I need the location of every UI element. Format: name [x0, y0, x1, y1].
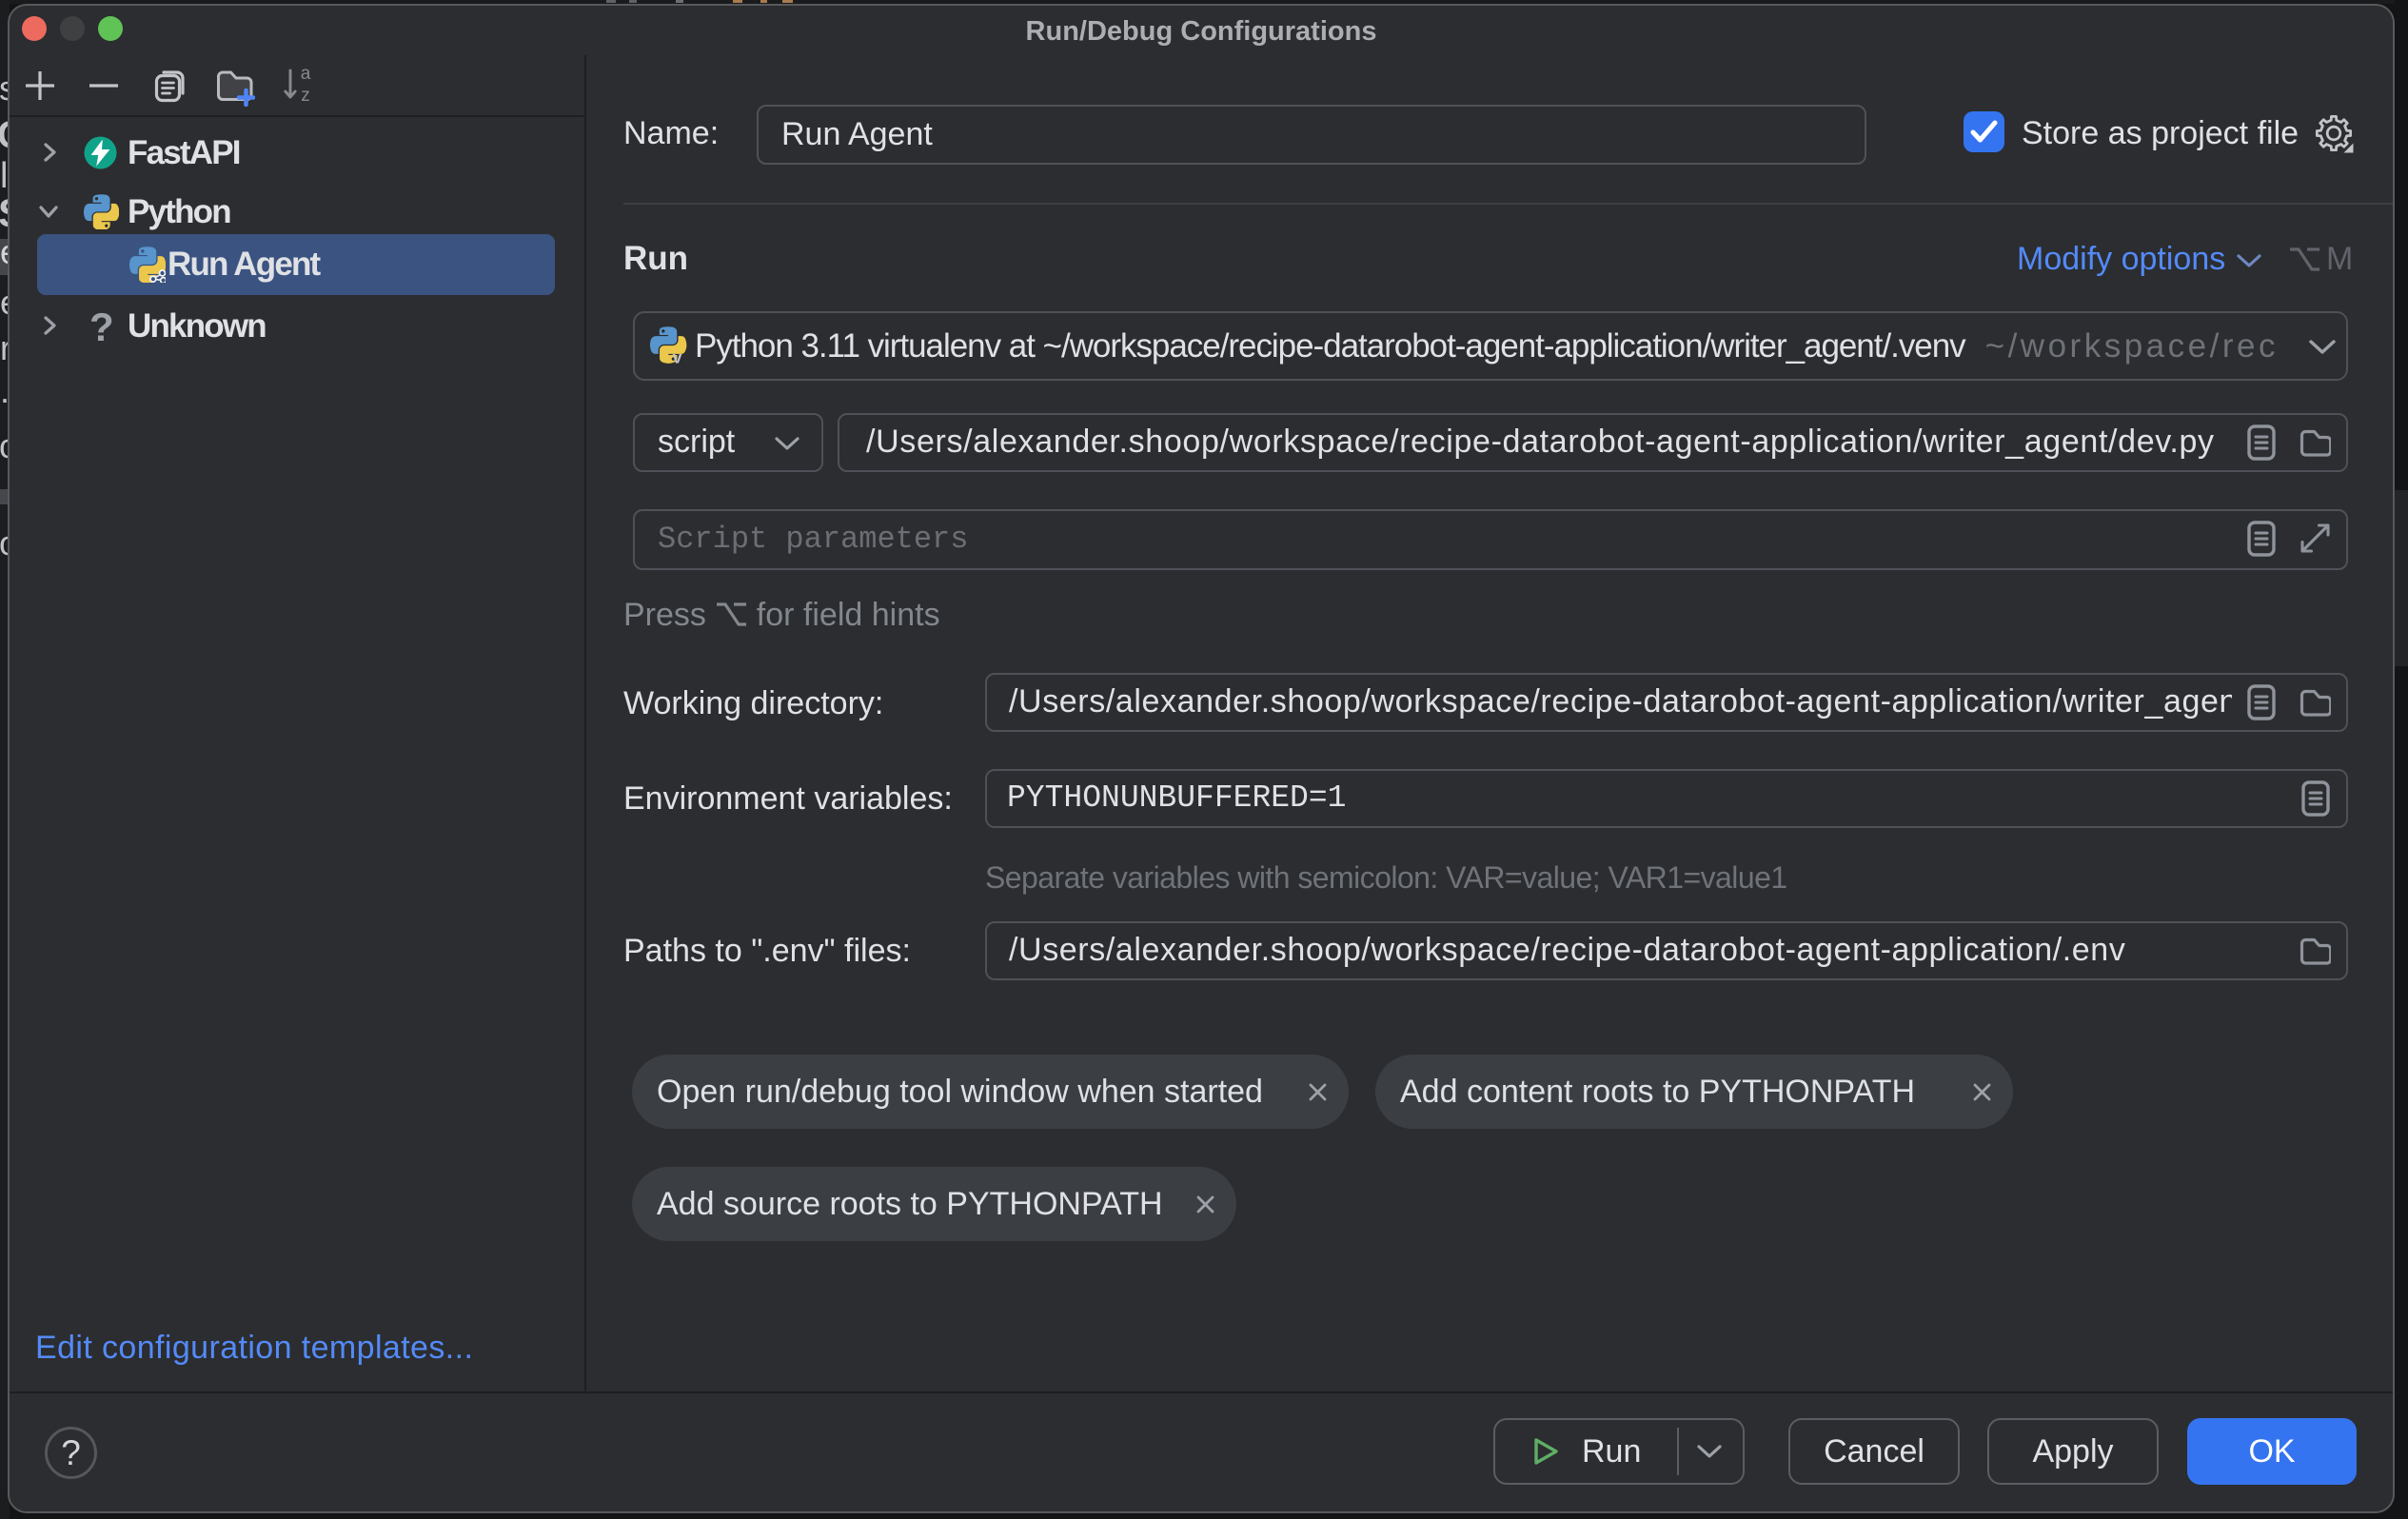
svg-text:z: z: [301, 86, 310, 103]
svg-text:a: a: [301, 68, 311, 84]
svg-text:v: v: [672, 348, 681, 367]
